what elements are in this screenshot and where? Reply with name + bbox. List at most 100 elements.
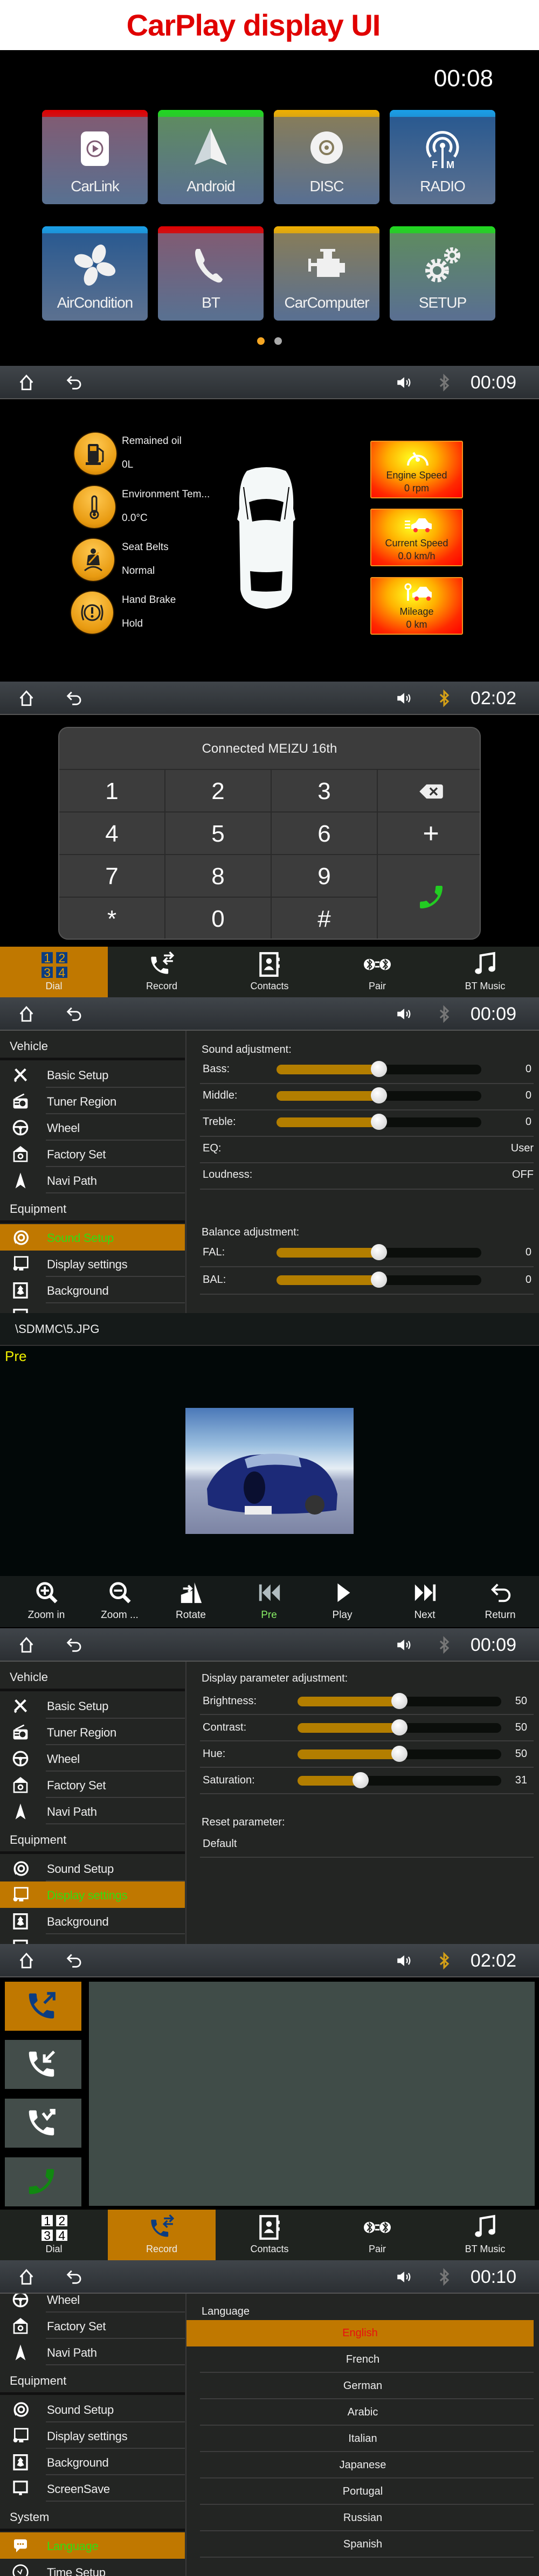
language-option-german[interactable]: German — [186, 2373, 539, 2399]
language-option-french[interactable]: French — [186, 2346, 539, 2373]
app-tile-disc[interactable]: DISC — [274, 110, 379, 204]
slider-middle[interactable] — [277, 1087, 481, 1103]
sidebar-item-tuner-region[interactable]: Tuner Region — [0, 1719, 185, 1745]
slider-knob[interactable] — [353, 1772, 369, 1788]
slider-knob[interactable] — [371, 1244, 387, 1260]
reset-default-button[interactable]: Default — [203, 1838, 237, 1850]
sidebar-item-navi-path[interactable]: Navi Path — [0, 1167, 185, 1193]
slider-knob[interactable] — [371, 1272, 387, 1288]
option-loudness[interactable]: Loudness: OFF — [186, 1162, 539, 1188]
tab-bt-music[interactable]: BT Music — [431, 2210, 539, 2260]
sidebar-item-navi-path[interactable]: Navi Path — [0, 1798, 185, 1824]
slider-hue[interactable] — [298, 1746, 501, 1762]
dial-key[interactable]: 1 — [59, 770, 165, 813]
home-button[interactable] — [17, 1636, 36, 1654]
call-filter-outgoing-call[interactable] — [5, 1982, 81, 2031]
home-button[interactable] — [17, 373, 36, 392]
call-filter-incoming-call[interactable] — [5, 2040, 81, 2089]
sidebar-item-sound-setup[interactable]: Sound Setup — [0, 1224, 185, 1251]
tab-pair[interactable]: Pair — [323, 947, 431, 997]
dial-key[interactable]: 8 — [165, 855, 272, 898]
control-return[interactable]: Return — [468, 1579, 533, 1627]
sidebar-item-factory-set[interactable]: Factory Set — [0, 2313, 185, 2339]
tab-contacts[interactable]: Contacts — [216, 947, 323, 997]
home-button[interactable] — [17, 689, 36, 707]
control-rotate[interactable]: Rotate — [158, 1579, 223, 1627]
slider-saturation[interactable] — [298, 1772, 501, 1788]
volume-button[interactable] — [395, 689, 413, 707]
volume-button[interactable] — [395, 1005, 413, 1023]
sidebar-item-background[interactable]: Background — [0, 1277, 185, 1303]
dial-key[interactable]: 7 — [59, 855, 165, 898]
call-filter-missed-call[interactable] — [5, 2099, 81, 2148]
sidebar-item-wheel[interactable]: Wheel — [0, 2294, 185, 2313]
slider-contrast[interactable] — [298, 1719, 501, 1735]
option-eq[interactable]: EQ: User — [186, 1136, 539, 1162]
home-button[interactable] — [17, 1005, 36, 1023]
app-tile-carlink[interactable]: CarLink — [42, 110, 148, 204]
sidebar-item-time-setup[interactable]: Time Setup — [0, 2559, 185, 2576]
language-option-spanish[interactable]: Spanish — [186, 2531, 539, 2558]
language-option-arabic[interactable]: Arabic — [186, 2399, 539, 2426]
app-tile-bt[interactable]: BT — [158, 226, 264, 321]
tab-dial[interactable]: 1 2 3 4 Dial — [0, 2210, 108, 2260]
sidebar-item-factory-set[interactable]: Factory Set — [0, 1772, 185, 1798]
slider-bass[interactable] — [277, 1061, 481, 1077]
volume-button[interactable] — [395, 2268, 413, 2286]
dial-key[interactable]: 0 — [165, 898, 272, 939]
dial-key[interactable]: 4 — [59, 813, 165, 855]
control-next[interactable]: Next — [392, 1579, 457, 1627]
back-button[interactable] — [65, 1005, 83, 1023]
sidebar-item[interactable] — [0, 1934, 185, 1944]
slider-knob[interactable] — [391, 1746, 407, 1762]
back-button[interactable] — [65, 2268, 83, 2286]
sidebar-item-background[interactable]: Background — [0, 2449, 185, 2475]
dial-key[interactable]: 9 — [272, 855, 378, 898]
volume-button[interactable] — [395, 1636, 413, 1654]
slider-knob[interactable] — [371, 1061, 387, 1077]
plus-button[interactable]: + — [378, 813, 480, 855]
back-button[interactable] — [65, 373, 83, 392]
sidebar-item-wheel[interactable]: Wheel — [0, 1114, 185, 1141]
sidebar-item-background[interactable]: Background — [0, 1908, 185, 1934]
language-option-italian[interactable]: Italian — [186, 2426, 539, 2452]
sidebar-item-screensave[interactable]: ScreenSave — [0, 2475, 185, 2502]
tab-contacts[interactable]: Contacts — [216, 2210, 323, 2260]
dial-key[interactable]: 2 — [165, 770, 272, 813]
slider-fal[interactable] — [277, 1244, 481, 1260]
dial-key[interactable]: 3 — [272, 770, 378, 813]
sidebar-item-factory-set[interactable]: Factory Set — [0, 1141, 185, 1167]
language-option-english[interactable]: English — [186, 2320, 534, 2346]
slider-knob[interactable] — [371, 1087, 387, 1103]
control-zoom[interactable]: Zoom ... — [87, 1579, 152, 1627]
sidebar-item-display-settings[interactable]: Display settings — [0, 1251, 185, 1277]
language-option-russian[interactable]: Russian — [186, 2505, 539, 2531]
app-tile-setup[interactable]: SETUP — [390, 226, 495, 321]
tab-bt-music[interactable]: BT Music — [431, 947, 539, 997]
slider-treble[interactable] — [277, 1114, 481, 1130]
sidebar-item-tuner-region[interactable]: Tuner Region — [0, 1088, 185, 1114]
app-tile-aircondition[interactable]: AirCondition — [42, 226, 148, 321]
control-pre[interactable]: Pre — [237, 1579, 301, 1627]
slider-knob[interactable] — [371, 1114, 387, 1130]
language-option-portugal[interactable]: Portugal — [186, 2478, 539, 2505]
control-zoom-in[interactable]: Zoom in — [14, 1579, 79, 1627]
home-button[interactable] — [17, 1952, 36, 1970]
app-tile-radio[interactable]: F M RADIO — [390, 110, 495, 204]
app-tile-android[interactable]: Android — [158, 110, 264, 204]
page-dot[interactable] — [257, 337, 265, 345]
control-play[interactable]: Play — [310, 1579, 375, 1627]
slider-bal[interactable] — [277, 1272, 481, 1288]
tab-pair[interactable]: Pair — [323, 2210, 431, 2260]
sidebar-item-display-settings[interactable]: Display settings — [0, 1881, 185, 1908]
call-record-list[interactable] — [89, 1982, 535, 2206]
back-button[interactable] — [65, 1636, 83, 1654]
slider-knob[interactable] — [391, 1693, 407, 1709]
photo-image[interactable] — [185, 1408, 354, 1534]
tab-dial[interactable]: 1 2 3 4 Dial — [0, 947, 108, 997]
call-button[interactable] — [378, 855, 480, 939]
language-option-japanese[interactable]: Japanese — [186, 2452, 539, 2478]
volume-button[interactable] — [395, 373, 413, 392]
sidebar-item-wheel[interactable]: Wheel — [0, 1745, 185, 1772]
back-button[interactable] — [65, 1952, 83, 1970]
